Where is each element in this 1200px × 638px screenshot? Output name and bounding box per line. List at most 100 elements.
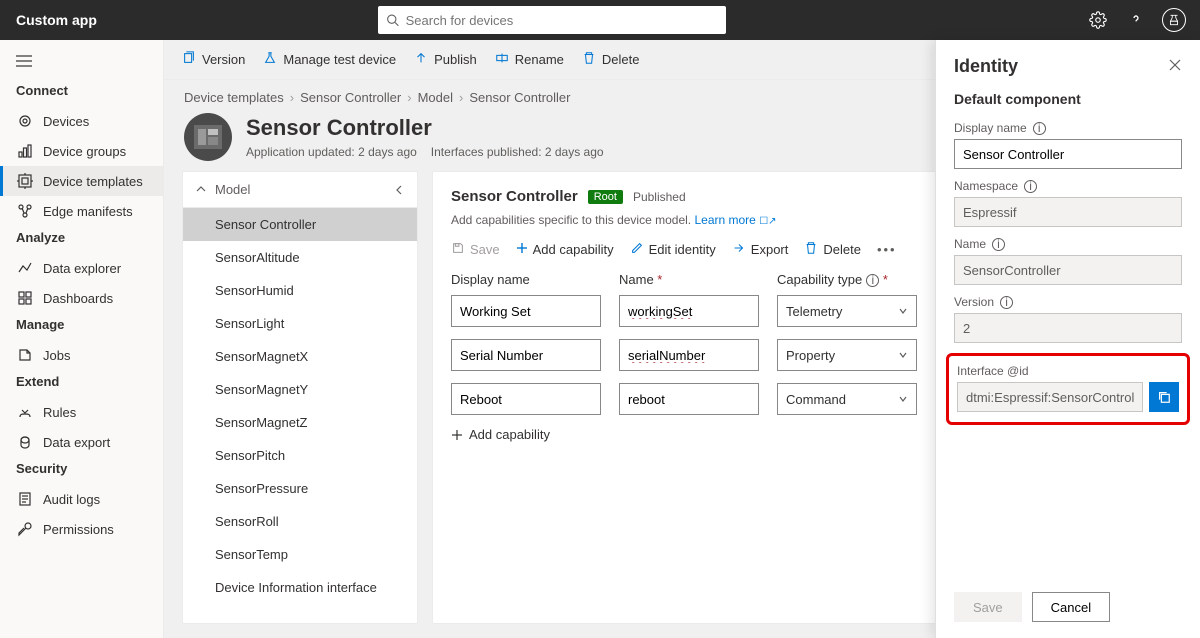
info-icon[interactable]: i — [1033, 122, 1046, 135]
device-groups-icon — [17, 143, 33, 159]
save-button: Save — [954, 592, 1022, 622]
sidebar-item-device-groups[interactable]: Device groups — [0, 136, 163, 166]
cancel-button[interactable]: Cancel — [1032, 592, 1110, 622]
model-item[interactable]: SensorMagnetY — [183, 373, 417, 406]
breadcrumb-item: Sensor Controller — [469, 90, 570, 105]
model-item[interactable]: Device Information interface — [183, 571, 417, 604]
name-input[interactable] — [619, 295, 759, 327]
sidebar-item-edge-manifests[interactable]: Edge manifests — [0, 196, 163, 226]
capability-type-select[interactable]: Property — [777, 339, 917, 371]
sidebar-item-label: Edge manifests — [43, 204, 133, 219]
sidebar-item-device-templates[interactable]: Device templates — [0, 166, 163, 196]
copy-button[interactable] — [1149, 382, 1179, 412]
toolbar-label: Manage test device — [283, 52, 396, 67]
model-panel-title: Model — [215, 182, 250, 197]
hamburger-icon[interactable] — [0, 46, 163, 79]
sidebar-item-dashboards[interactable]: Dashboards — [0, 283, 163, 313]
model-item[interactable]: SensorPitch — [183, 439, 417, 472]
model-item[interactable]: SensorPressure — [183, 472, 417, 505]
dashboards-icon — [17, 290, 33, 306]
breadcrumb-item[interactable]: Sensor Controller — [300, 90, 401, 105]
version-button[interactable]: Version — [182, 51, 245, 68]
rename-button[interactable]: Rename — [495, 51, 564, 68]
model-item[interactable]: SensorHumid — [183, 274, 417, 307]
name-input[interactable] — [619, 383, 759, 415]
version-label: Versioni — [954, 295, 1182, 309]
permissions-icon — [17, 521, 33, 537]
sidebar-section-header: Security — [0, 457, 163, 484]
chevron-left-icon[interactable] — [393, 184, 405, 196]
sidebar-item-data-explorer[interactable]: Data explorer — [0, 253, 163, 283]
btn-label: Save — [470, 242, 500, 257]
data-export-icon — [17, 434, 33, 450]
btn-label: Delete — [823, 242, 861, 257]
toolbar-label: Delete — [602, 52, 640, 67]
search-box[interactable] — [378, 6, 726, 34]
add-capability-button[interactable]: Add capability — [516, 242, 614, 257]
sidebar-item-rules[interactable]: Rules — [0, 397, 163, 427]
select-value: Property — [786, 348, 835, 363]
display-name-input[interactable] — [954, 139, 1182, 169]
display-name-input[interactable] — [451, 339, 601, 371]
info-icon[interactable]: i — [866, 274, 879, 287]
pencil-icon — [630, 241, 644, 258]
btn-label: Export — [751, 242, 789, 257]
display-name-input[interactable] — [451, 295, 601, 327]
display-name-input[interactable] — [451, 383, 601, 415]
flask-icon — [263, 51, 277, 68]
namespace-input — [954, 197, 1182, 227]
delete-button[interactable]: Delete — [582, 51, 640, 68]
external-link-icon: ☐↗ — [759, 216, 776, 227]
interface-id-input — [957, 382, 1143, 412]
model-item[interactable]: SensorAltitude — [183, 241, 417, 274]
flyout-section: Default component — [954, 91, 1182, 107]
more-button[interactable]: ••• — [877, 242, 897, 257]
sidebar-item-data-export[interactable]: Data export — [0, 427, 163, 457]
namespace-label: Namespacei — [954, 179, 1182, 193]
detail-title: Sensor Controller — [451, 188, 578, 205]
display-name-label: Display namei — [954, 121, 1182, 135]
model-item[interactable]: SensorMagnetX — [183, 340, 417, 373]
delete-icon — [804, 241, 818, 258]
breadcrumb-item[interactable]: Model — [418, 90, 453, 105]
info-icon[interactable]: i — [1024, 180, 1037, 193]
save-button: Save — [451, 241, 500, 258]
model-item[interactable]: SensorTemp — [183, 538, 417, 571]
delete-button[interactable]: Delete — [804, 241, 861, 258]
sidebar-item-label: Rules — [43, 405, 76, 420]
chevron-down-icon — [195, 184, 207, 196]
gear-icon[interactable] — [1086, 8, 1110, 32]
sidebar-section-header: Connect — [0, 79, 163, 106]
model-item[interactable]: SensorRoll — [183, 505, 417, 538]
info-icon[interactable]: i — [1000, 296, 1013, 309]
sidebar-item-jobs[interactable]: Jobs — [0, 340, 163, 370]
close-icon[interactable] — [1168, 58, 1182, 75]
learn-more-link[interactable]: Learn more ☐↗ — [694, 213, 776, 227]
search-icon — [386, 13, 399, 27]
btn-label: Add capability — [533, 242, 614, 257]
top-bar: Custom app — [0, 0, 1200, 40]
sidebar-item-devices[interactable]: Devices — [0, 106, 163, 136]
capability-type-select[interactable]: Telemetry — [777, 295, 917, 327]
model-item[interactable]: SensorLight — [183, 307, 417, 340]
model-panel-header[interactable]: Model — [183, 172, 417, 208]
name-input[interactable] — [619, 339, 759, 371]
capability-type-select[interactable]: Command — [777, 383, 917, 415]
breadcrumb-item[interactable]: Device templates — [184, 90, 284, 105]
flyout-title: Identity — [954, 56, 1018, 77]
model-item[interactable]: SensorMagnetZ — [183, 406, 417, 439]
toolbar-label: Publish — [434, 52, 477, 67]
account-icon[interactable] — [1162, 8, 1186, 32]
model-item[interactable]: Sensor Controller — [183, 208, 417, 241]
edit-identity-button[interactable]: Edit identity — [630, 241, 716, 258]
help-icon[interactable] — [1124, 8, 1148, 32]
sidebar-item-permissions[interactable]: Permissions — [0, 514, 163, 544]
chevron-right-icon: › — [290, 90, 294, 105]
info-icon[interactable]: i — [992, 238, 1005, 251]
export-button[interactable]: Export — [732, 241, 789, 258]
search-input[interactable] — [406, 13, 719, 28]
publish-button[interactable]: Publish — [414, 51, 477, 68]
manage-test-device-button[interactable]: Manage test device — [263, 51, 396, 68]
device-templates-icon — [17, 173, 33, 189]
sidebar-item-audit-logs[interactable]: Audit logs — [0, 484, 163, 514]
